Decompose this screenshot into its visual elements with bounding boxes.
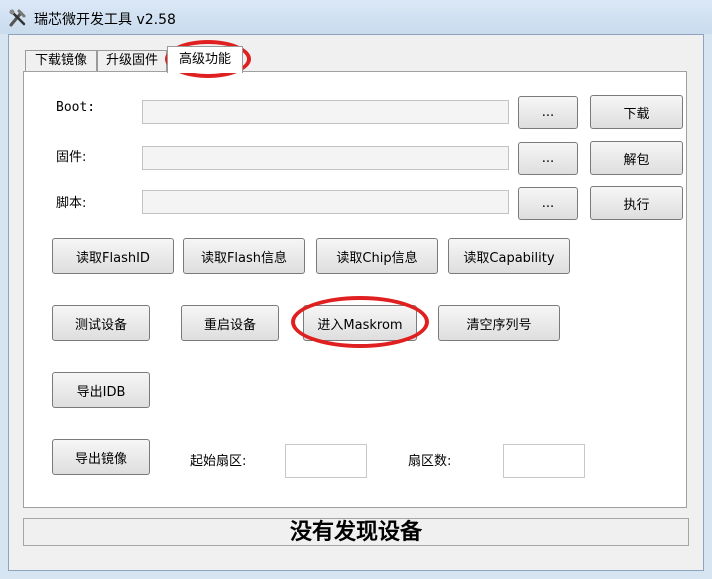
clear-serial-button[interactable]: 清空序列号 [438, 305, 560, 341]
read-flash-info-label: 读取Flash信息 [200, 250, 288, 266]
download-button[interactable]: 下载 [590, 95, 683, 129]
firmware-path-field[interactable] [142, 146, 509, 170]
read-capability-label: 读取Capability [463, 250, 555, 266]
sector-count-input[interactable] [503, 444, 585, 478]
app-tools-icon [9, 9, 26, 27]
browse-label: ... [541, 196, 555, 211]
enter-maskrom-label: 进入Maskrom [317, 317, 403, 333]
read-capability-button[interactable]: 读取Capability [448, 238, 570, 274]
test-device-button[interactable]: 测试设备 [52, 305, 150, 341]
start-sector-input[interactable] [285, 444, 367, 478]
tab-advanced-functions[interactable]: 高级功能 [167, 46, 243, 73]
clear-serial-label: 清空序列号 [466, 317, 532, 333]
script-label: 脚本: [56, 196, 87, 211]
read-chip-info-label: 读取Chip信息 [336, 250, 418, 266]
script-browse-button[interactable]: ... [518, 187, 578, 220]
tab-label: 下载镜像 [34, 53, 87, 68]
advanced-panel: Boot: ... 下载 固件: ... 解包 脚本: ... 执行 读取Fla… [23, 71, 687, 508]
tab-download-image[interactable]: 下载镜像 [25, 50, 97, 72]
read-flash-info-button[interactable]: 读取Flash信息 [183, 238, 305, 274]
boot-path-field[interactable] [142, 100, 509, 124]
read-chip-info-button[interactable]: 读取Chip信息 [316, 238, 438, 274]
download-label: 下载 [623, 106, 650, 122]
export-image-button[interactable]: 导出镜像 [52, 439, 150, 475]
read-flashid-label: 读取FlashID [76, 250, 150, 266]
reboot-device-button[interactable]: 重启设备 [181, 305, 279, 341]
main-window: 下载镜像 升级固件 高级功能 Boot: ... 下载 固件: ... 解包 脚… [8, 34, 704, 571]
export-idb-label: 导出IDB [76, 384, 126, 400]
tab-upgrade-firmware[interactable]: 升级固件 [97, 50, 167, 72]
execute-button[interactable]: 执行 [590, 186, 683, 220]
test-device-label: 测试设备 [74, 317, 127, 333]
unpack-button[interactable]: 解包 [590, 141, 683, 175]
sector-count-label: 扇区数: [408, 454, 452, 469]
start-sector-label: 起始扇区: [190, 454, 247, 469]
enter-maskrom-button[interactable]: 进入Maskrom [303, 305, 417, 341]
reboot-device-label: 重启设备 [203, 317, 256, 333]
firmware-label: 固件: [56, 150, 87, 165]
script-path-field[interactable] [142, 190, 509, 214]
window-title: 瑞芯微开发工具 v2.58 [34, 12, 176, 28]
browse-label: ... [541, 105, 555, 120]
firmware-browse-button[interactable]: ... [518, 142, 578, 175]
export-idb-button[interactable]: 导出IDB [52, 372, 150, 408]
browse-label: ... [541, 151, 555, 166]
execute-label: 执行 [623, 197, 650, 213]
status-bar: 没有发现设备 [23, 518, 689, 546]
boot-browse-button[interactable]: ... [518, 96, 578, 129]
export-image-label: 导出镜像 [74, 451, 127, 467]
read-flashid-button[interactable]: 读取FlashID [52, 238, 174, 274]
tab-label: 升级固件 [105, 53, 158, 68]
status-text: 没有发现设备 [289, 519, 422, 545]
title-bar[interactable]: 瑞芯微开发工具 v2.58 [0, 0, 712, 34]
unpack-label: 解包 [623, 152, 650, 168]
tab-label: 高级功能 [178, 52, 231, 67]
boot-label: Boot: [56, 100, 96, 115]
